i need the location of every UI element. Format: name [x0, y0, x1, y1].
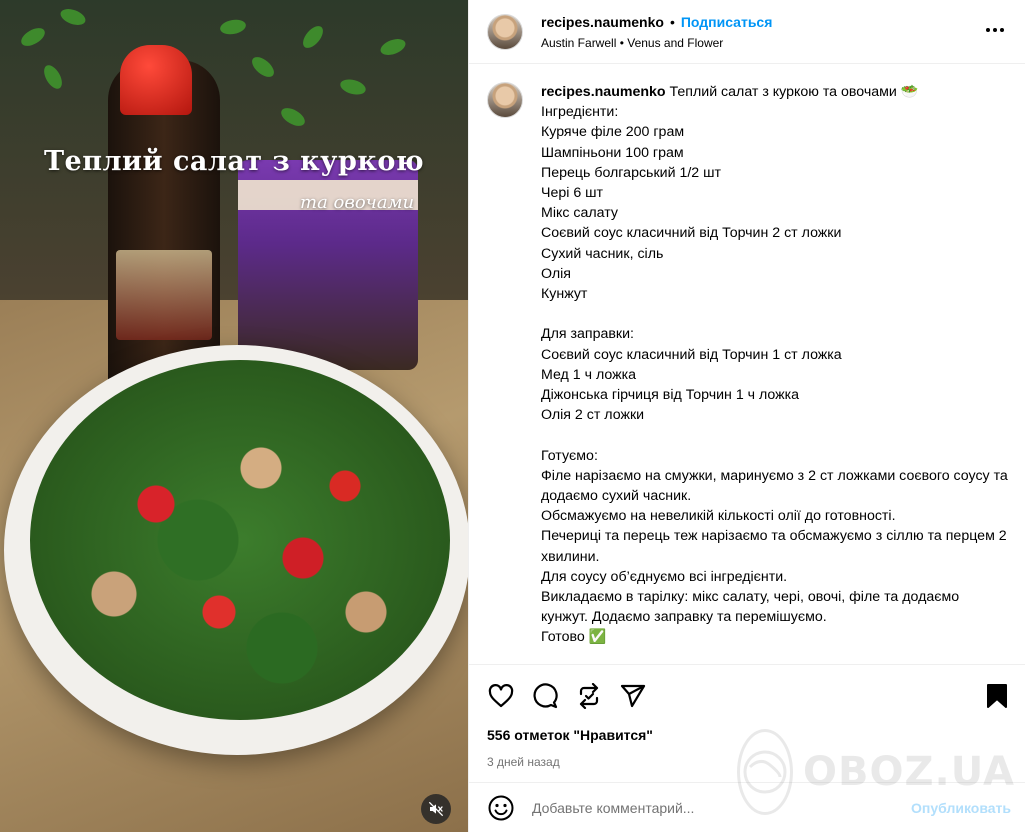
comment-input[interactable]: [532, 799, 912, 816]
repost-button[interactable]: [575, 682, 603, 710]
post-header: recipes.naumenko • Подписаться Austin Fa…: [469, 0, 1025, 64]
caption-username[interactable]: recipes.naumenko: [541, 84, 666, 100]
post-timestamp[interactable]: 3 дней назад: [487, 755, 1009, 769]
caption-author-avatar[interactable]: [487, 82, 523, 118]
like-button[interactable]: [487, 682, 515, 710]
caption-scroll-area[interactable]: recipes.naumenko Теплий салат з куркою т…: [469, 64, 1025, 664]
more-options-button[interactable]: [983, 18, 1007, 42]
likes-count[interactable]: 556 отметок "Нравится": [487, 727, 1009, 743]
media-overlay-subtitle: та овочами: [300, 192, 415, 213]
comment-icon: [533, 683, 558, 709]
share-icon: [620, 684, 646, 708]
caption-text: recipes.naumenko Теплий салат з куркою т…: [541, 82, 1009, 664]
bottle-label: [116, 250, 212, 340]
salad: [30, 360, 450, 720]
caption-title: Теплий салат з куркою та овочами 🥗: [669, 84, 919, 100]
post-media[interactable]: Теплий салат з куркою та овочами: [0, 0, 468, 832]
mute-button[interactable]: [421, 794, 451, 824]
instagram-post-modal: Теплий салат з куркою та овочами recipes…: [0, 0, 1025, 832]
follow-button[interactable]: Подписаться: [681, 14, 773, 30]
author-username[interactable]: recipes.naumenko: [541, 14, 664, 30]
comment-bar: Опубликовать: [469, 782, 1025, 832]
more-icon: [986, 28, 1004, 32]
separator-dot: •: [669, 13, 675, 30]
emoji-button[interactable]: [487, 794, 515, 822]
comment-button[interactable]: [531, 682, 559, 710]
repost-icon: [579, 683, 599, 709]
action-icon-row: [487, 665, 1009, 727]
caption-content: Інгредієнти: Куряче філе 200 грам Шампін…: [541, 104, 1008, 646]
author-line: recipes.naumenko • Подписаться: [541, 14, 772, 30]
author-info: recipes.naumenko • Подписаться Austin Fa…: [541, 14, 772, 50]
post-actions: 556 отметок "Нравится" 3 дней назад: [469, 664, 1025, 782]
publish-comment-button[interactable]: Опубликовать: [911, 800, 1011, 816]
audio-track-link[interactable]: Austin Farwell • Venus and Flower: [541, 36, 772, 50]
post-side-panel: recipes.naumenko • Подписаться Austin Fa…: [468, 0, 1025, 832]
emoji-icon: [488, 795, 514, 820]
media-overlay-title: Теплий салат з куркою: [43, 146, 425, 177]
author-avatar[interactable]: [487, 13, 523, 50]
save-button[interactable]: [983, 682, 1011, 710]
bookmark-icon: [987, 684, 1007, 708]
mute-icon: [428, 801, 444, 817]
heart-icon: [488, 684, 514, 708]
share-button[interactable]: [619, 682, 647, 710]
bottle-cap: [120, 45, 192, 115]
